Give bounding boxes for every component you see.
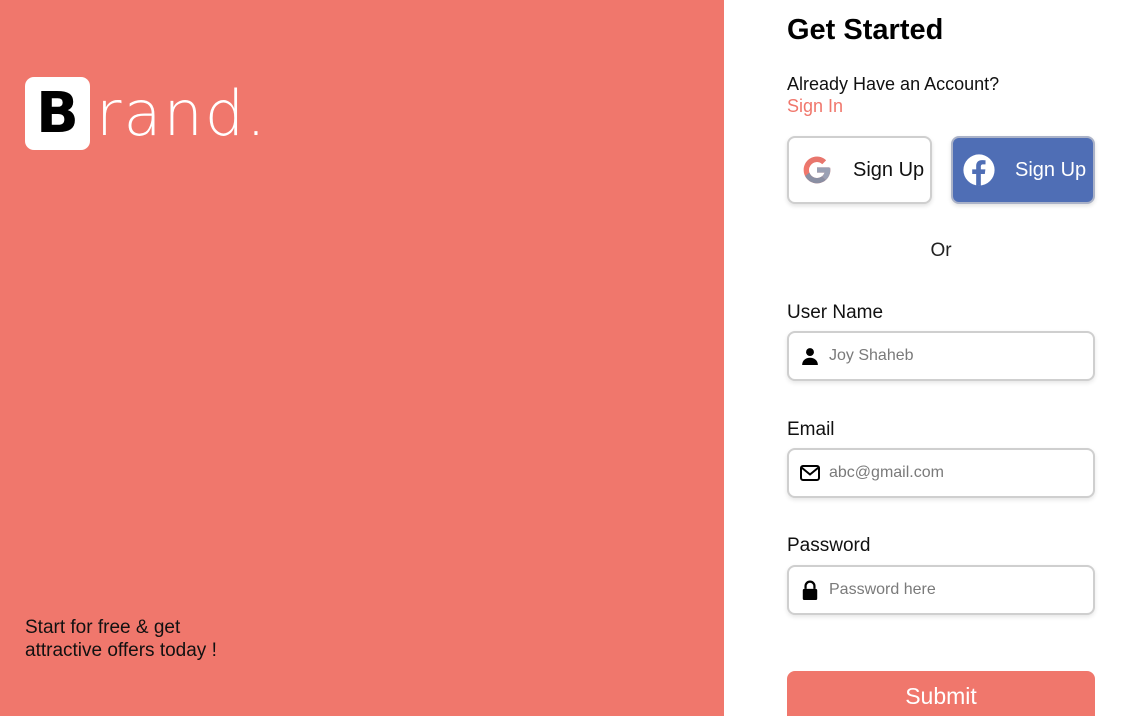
tagline: Start for free & get attractive offers t…: [25, 616, 217, 662]
email-input[interactable]: [829, 464, 1079, 482]
tagline-line-2: attractive offers today !: [25, 640, 217, 661]
facebook-signup-label: Sign Up: [1015, 158, 1087, 181]
password-label: Password: [787, 535, 871, 556]
page-title: Get Started: [787, 14, 944, 46]
google-signup-button[interactable]: Sign Up: [787, 136, 932, 204]
or-divider: Or: [930, 240, 952, 261]
sign-in-link[interactable]: Sign In: [787, 96, 843, 117]
brand-logo: B rand.: [25, 77, 268, 150]
facebook-signup-button[interactable]: Sign Up: [951, 136, 1095, 204]
user-icon: [799, 345, 821, 367]
tagline-line-1: Start for free & get: [25, 617, 181, 638]
logo-wordmark: rand.: [96, 76, 268, 150]
password-input[interactable]: [829, 581, 1079, 599]
account-question: Already Have an Account?: [787, 74, 1000, 94]
email-field[interactable]: [787, 448, 1095, 498]
username-field[interactable]: [787, 331, 1095, 381]
lock-icon: [799, 579, 821, 601]
username-label: User Name: [787, 302, 884, 323]
username-input[interactable]: [829, 347, 1079, 365]
email-label: Email: [787, 419, 835, 440]
brand-panel: B rand. Start for free & get attractive …: [0, 0, 724, 716]
google-signup-label: Sign Up: [853, 158, 925, 181]
envelope-icon: [799, 462, 821, 484]
facebook-icon: [961, 152, 997, 188]
google-icon: [799, 152, 835, 188]
password-field[interactable]: [787, 565, 1095, 615]
submit-button[interactable]: Submit: [787, 671, 1095, 716]
logo-letter-box: B: [25, 77, 90, 150]
